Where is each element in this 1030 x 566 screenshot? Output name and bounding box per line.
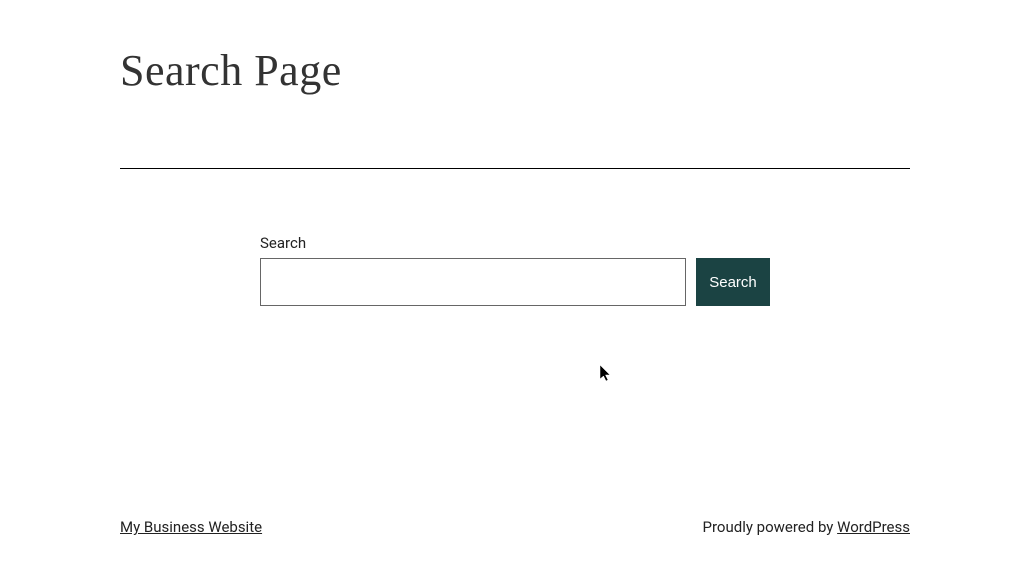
divider	[120, 168, 910, 169]
search-row: Search	[260, 258, 770, 306]
search-label: Search	[260, 234, 770, 252]
cursor-icon	[600, 365, 614, 383]
search-section: Search Search	[120, 234, 910, 306]
search-input[interactable]	[260, 258, 686, 306]
page-title: Search Page	[120, 45, 910, 96]
search-button[interactable]: Search	[696, 258, 770, 306]
